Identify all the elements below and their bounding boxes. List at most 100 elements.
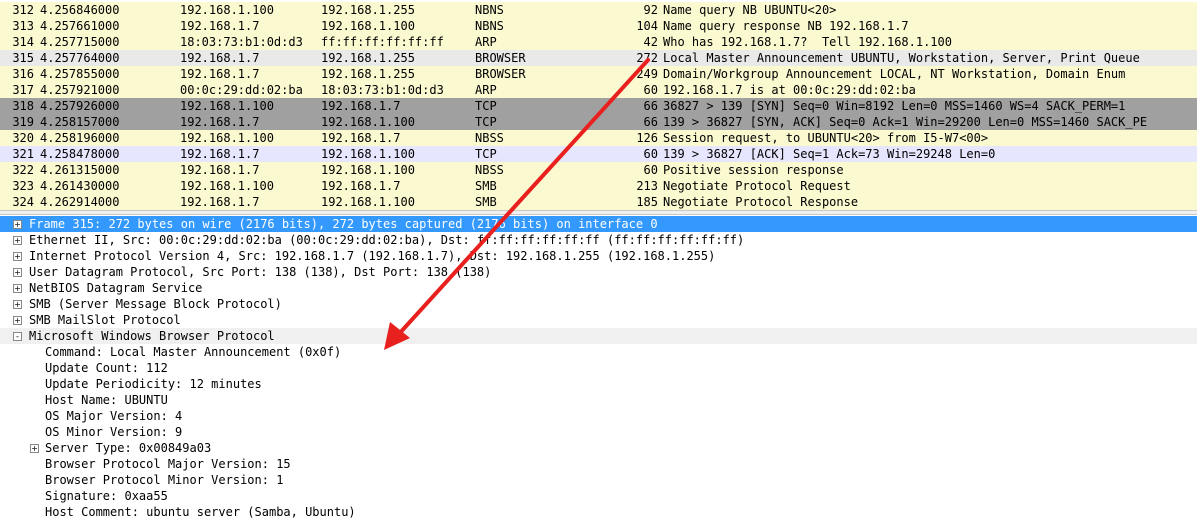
detail-tree-item[interactable]: Signature: 0xaa55: [0, 488, 1197, 504]
packet-row[interactable]: 321 4.258478000 192.168.1.7 192.168.1.100 TC…: [0, 146, 1197, 162]
packet-info-cell: Local Master Announcement UBUNTU, Workst…: [663, 51, 1140, 65]
packet-no-cell: 323: [12, 179, 34, 193]
packet-time-cell: 4.261430000: [40, 179, 120, 193]
packet-row[interactable]: 320 4.258196000 192.168.1.100 192.168.1.7 NB…: [0, 130, 1197, 146]
packet-proto-cell: ARP: [475, 35, 497, 49]
detail-tree-label: Browser Protocol Major Version: 15: [45, 457, 291, 471]
detail-tree-item[interactable]: Command: Local Master Announcement (0x0f…: [0, 344, 1197, 360]
packet-info-cell: Negotiate Protocol Response: [663, 195, 859, 209]
expand-icon[interactable]: +: [13, 220, 22, 229]
packet-src-cell: 192.168.1.100: [180, 3, 274, 17]
detail-tree-item[interactable]: Host Comment: ubuntu server (Samba, Ubun…: [0, 504, 1197, 520]
expand-icon[interactable]: +: [13, 316, 22, 325]
packet-time-cell: 4.256846000: [40, 3, 120, 17]
detail-tree-item[interactable]: + SMB MailSlot Protocol: [0, 312, 1197, 328]
packet-dst-cell: 192.168.1.100: [321, 115, 415, 129]
detail-tree-item[interactable]: + SMB (Server Message Block Protocol): [0, 296, 1197, 312]
packet-dst-cell: ff:ff:ff:ff:ff:ff: [321, 35, 444, 49]
detail-tree-label: Update Count: 112: [45, 361, 168, 375]
packet-info-cell: 139 > 36827 [ACK] Seq=1 Ack=73 Win=29248…: [663, 147, 996, 161]
packet-dst-cell: 192.168.1.7: [321, 131, 401, 145]
packet-info-cell: Positive session response: [663, 163, 844, 177]
packet-dst-cell: 192.168.1.255: [321, 3, 415, 17]
packet-src-cell: 192.168.1.100: [180, 99, 274, 113]
packet-src-cell: 192.168.1.7: [180, 195, 260, 209]
packet-info-cell: Name query response NB 192.168.1.7: [663, 19, 909, 33]
packet-src-cell: 192.168.1.7: [180, 19, 260, 33]
packet-proto-cell: ARP: [475, 83, 497, 97]
packet-row[interactable]: 314 4.257715000 18:03:73:b1:0d:d3 ff:ff:ff:…: [0, 34, 1197, 50]
packet-src-cell: 00:0c:29:dd:02:ba: [180, 83, 303, 97]
detail-tree-item[interactable]: Update Periodicity: 12 minutes: [0, 376, 1197, 392]
detail-tree-item[interactable]: + Ethernet II, Src: 00:0c:29:dd:02:ba (00…: [0, 232, 1197, 248]
packet-list[interactable]: 312 4.256846000 192.168.1.100 192.168.1.255…: [0, 0, 1197, 210]
packet-info-cell: Session request, to UBUNTU<20> from I5-W…: [663, 131, 989, 145]
packet-time-cell: 4.257661000: [40, 19, 120, 33]
packet-proto-cell: SMB: [475, 195, 497, 209]
packet-details-tree[interactable]: + Frame 315: 272 bytes on wire (2176 bits…: [0, 215, 1197, 525]
packet-row[interactable]: 317 4.257921000 00:0c:29:dd:02:ba 18:03:73:…: [0, 82, 1197, 98]
detail-tree-item[interactable]: + User Datagram Protocol, Src Port: 138 (…: [0, 264, 1197, 280]
packet-info-cell: 139 > 36827 [SYN, ACK] Seq=0 Ack=1 Win=2…: [663, 115, 1148, 129]
packet-row[interactable]: 319 4.258157000 192.168.1.7 192.168.1.100 TC…: [0, 114, 1197, 130]
packet-info-cell: Name query NB UBUNTU<20>: [663, 3, 837, 17]
packet-row[interactable]: 316 4.257855000 192.168.1.7 192.168.1.255 BR…: [0, 66, 1197, 82]
detail-tree-item[interactable]: Update Count: 112: [0, 360, 1197, 376]
packet-src-cell: 192.168.1.7: [180, 67, 260, 81]
expand-icon[interactable]: +: [13, 236, 22, 245]
packet-len-cell: 185: [636, 195, 658, 209]
expand-icon[interactable]: +: [30, 444, 39, 453]
detail-tree-label: SMB MailSlot Protocol: [29, 313, 181, 327]
detail-tree-item[interactable]: + Frame 315: 272 bytes on wire (2176 bits…: [0, 216, 1197, 232]
expand-icon[interactable]: +: [13, 300, 22, 309]
detail-tree-label: Internet Protocol Version 4, Src: 192.16…: [29, 249, 716, 263]
packet-row[interactable]: 312 4.256846000 192.168.1.100 192.168.1.255…: [0, 2, 1197, 18]
packet-dst-cell: 18:03:73:b1:0d:d3: [321, 83, 444, 97]
packet-row[interactable]: 313 4.257661000 192.168.1.7 192.168.1.100 NB…: [0, 18, 1197, 34]
expand-icon[interactable]: +: [13, 252, 22, 261]
packet-row[interactable]: 315 4.257764000 192.168.1.7 192.168.1.255 BR…: [0, 50, 1197, 66]
packet-dst-cell: 192.168.1.100: [321, 19, 415, 33]
packet-time-cell: 4.262914000: [40, 195, 120, 209]
packet-time-cell: 4.257921000: [40, 83, 120, 97]
packet-dst-cell: 192.168.1.100: [321, 163, 415, 177]
packet-no-cell: 319: [12, 115, 34, 129]
expand-icon[interactable]: +: [13, 284, 22, 293]
packet-len-cell: 104: [636, 19, 658, 33]
detail-tree-label: Command: Local Master Announcement (0x0f…: [45, 345, 342, 359]
detail-tree-item[interactable]: Host Name: UBUNTU: [0, 392, 1197, 408]
detail-tree-item[interactable]: Browser Protocol Major Version: 15: [0, 456, 1197, 472]
packet-no-cell: 324: [12, 195, 34, 209]
packet-dst-cell: 192.168.1.255: [321, 67, 415, 81]
packet-len-cell: 66: [643, 115, 658, 129]
detail-tree-item[interactable]: OS Major Version: 4: [0, 408, 1197, 424]
packet-no-cell: 316: [12, 67, 34, 81]
detail-tree-label: OS Major Version: 4: [45, 409, 183, 423]
detail-tree-item[interactable]: OS Minor Version: 9: [0, 424, 1197, 440]
packet-src-cell: 18:03:73:b1:0d:d3: [180, 35, 303, 49]
packet-proto-cell: TCP: [475, 115, 497, 129]
packet-len-cell: 42: [643, 35, 658, 49]
packet-time-cell: 4.261315000: [40, 163, 120, 177]
detail-tree-item[interactable]: Browser Protocol Minor Version: 1: [0, 472, 1197, 488]
detail-tree-item[interactable]: + Server Type: 0x00849a03: [0, 440, 1197, 456]
collapse-icon[interactable]: -: [13, 332, 22, 341]
expand-icon[interactable]: +: [13, 268, 22, 277]
packet-no-cell: 313: [12, 19, 34, 33]
detail-tree-item[interactable]: + NetBIOS Datagram Service: [0, 280, 1197, 296]
packet-row[interactable]: 324 4.262914000 192.168.1.7 192.168.1.100 SM…: [0, 194, 1197, 210]
detail-tree-item[interactable]: + Internet Protocol Version 4, Src: 192.1…: [0, 248, 1197, 264]
detail-tree-label: User Datagram Protocol, Src Port: 138 (1…: [29, 265, 492, 279]
packet-no-cell: 317: [12, 83, 34, 97]
packet-no-cell: 321: [12, 147, 34, 161]
packet-len-cell: 66: [643, 99, 658, 113]
packet-row[interactable]: 318 4.257926000 192.168.1.100 192.168.1.7 TC…: [0, 98, 1197, 114]
packet-time-cell: 4.257926000: [40, 99, 120, 113]
packet-proto-cell: TCP: [475, 147, 497, 161]
detail-tree-item[interactable]: - Microsoft Windows Browser Protocol: [0, 328, 1197, 344]
packet-info-cell: Who has 192.168.1.7? Tell 192.168.1.100: [663, 35, 952, 49]
packet-row[interactable]: 322 4.261315000 192.168.1.7 192.168.1.100 NB…: [0, 162, 1197, 178]
packet-row[interactable]: 323 4.261430000 192.168.1.100 192.168.1.7 SM…: [0, 178, 1197, 194]
packet-dst-cell: 192.168.1.7: [321, 99, 401, 113]
packet-proto-cell: NBSS: [475, 163, 504, 177]
